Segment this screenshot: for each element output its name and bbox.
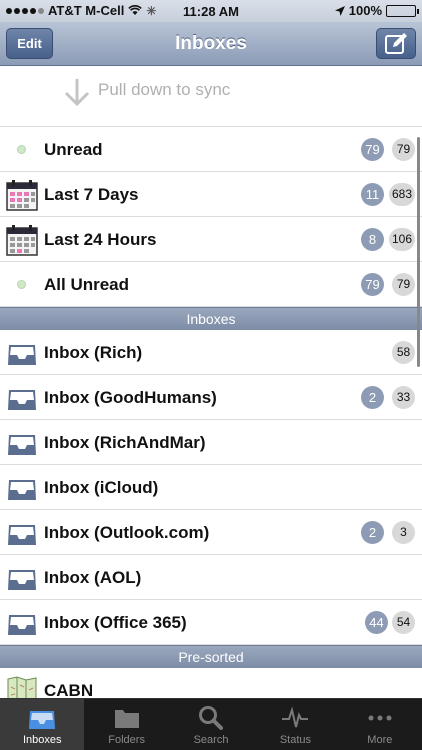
calendar-icon xyxy=(6,225,38,256)
unread-count-badge: 2 xyxy=(361,521,384,544)
inbox-tray-icon xyxy=(8,390,36,410)
arrow-down-icon xyxy=(64,79,90,107)
list-item-label: Inbox (Office 365) xyxy=(44,613,187,632)
inbox-tray-icon xyxy=(8,570,36,590)
unread-dot-icon xyxy=(17,145,26,154)
compose-button[interactable] xyxy=(376,28,416,59)
status-bar: AT&T M-Cell ✳ 11:28 AM 100% xyxy=(0,0,422,22)
unread-count-badge: 8 xyxy=(361,228,384,251)
total-count-badge: 79 xyxy=(392,138,415,161)
pulse-icon xyxy=(282,706,309,728)
inbox-tray-icon xyxy=(29,711,56,729)
total-count-badge: 54 xyxy=(392,611,415,634)
total-count-badge: 58 xyxy=(392,341,415,364)
tab-folders[interactable]: Folders xyxy=(84,699,168,750)
unread-count-badge: 79 xyxy=(361,273,384,296)
list-item-label: Inbox (GoodHumans) xyxy=(44,388,217,407)
list-item-label: Inbox (Rich) xyxy=(44,343,143,362)
inbox-tray-icon xyxy=(8,345,36,365)
scroll-indicator xyxy=(417,137,420,367)
tab-status[interactable]: Status xyxy=(253,699,337,750)
inbox-row[interactable]: Inbox (Rich) 58 xyxy=(0,330,422,375)
battery-percent: 100% xyxy=(348,3,382,18)
tab-bar: Inboxes Folders Search Status More xyxy=(0,698,422,750)
tab-inboxes[interactable]: Inboxes xyxy=(0,699,85,750)
location-arrow-icon xyxy=(334,5,345,16)
smart-folder-all-unread[interactable]: All Unread 79 79 xyxy=(0,262,422,307)
search-icon xyxy=(199,706,224,730)
total-count-badge: 3 xyxy=(392,521,415,544)
inbox-tray-icon xyxy=(8,435,36,455)
list-item-label: Last 7 Days xyxy=(44,185,139,204)
inbox-tray-icon xyxy=(8,615,36,635)
navigation-bar: Edit Inboxes xyxy=(0,22,422,66)
unread-count-badge: 79 xyxy=(361,138,384,161)
list-item-label: Inbox (AOL) xyxy=(44,568,142,587)
tab-label: More xyxy=(367,734,393,746)
compose-icon xyxy=(385,32,407,54)
smart-folder-unread[interactable]: Unread 79 79 xyxy=(0,126,422,172)
battery-icon xyxy=(386,4,419,17)
unread-count-badge: 44 xyxy=(365,611,388,634)
list-item-label: Unread xyxy=(44,140,103,159)
total-count-badge: 33 xyxy=(392,386,415,409)
total-count-badge: 79 xyxy=(392,273,415,296)
tab-search[interactable]: Search xyxy=(169,699,253,750)
tab-label: Search xyxy=(193,734,229,746)
inbox-row[interactable]: Inbox (RichAndMar) xyxy=(0,420,422,465)
inbox-row[interactable]: Inbox (Outlook.com) 2 3 xyxy=(0,510,422,555)
list-item-label: Inbox (Outlook.com) xyxy=(44,523,210,542)
folder-icon xyxy=(114,710,139,728)
inbox-row[interactable]: Inbox (iCloud) xyxy=(0,465,422,510)
unread-dot-icon xyxy=(17,280,26,289)
list-item-label: Last 24 Hours xyxy=(44,230,157,249)
section-header-presorted: Pre-sorted xyxy=(0,645,422,668)
inbox-tray-icon xyxy=(8,525,36,545)
list-item-label: Inbox (iCloud) xyxy=(44,478,159,497)
pull-to-sync-area: Pull down to sync xyxy=(0,67,422,126)
inbox-row[interactable]: Inbox (AOL) xyxy=(0,555,422,600)
inbox-row[interactable]: Inbox (GoodHumans) 2 33 xyxy=(0,375,422,420)
inbox-row[interactable]: Inbox (Office 365) 44 54 xyxy=(0,600,422,645)
list-item-label: Inbox (RichAndMar) xyxy=(44,433,206,452)
mailbox-list[interactable]: Pull down to sync Unread 79 79 Last 7 Da… xyxy=(0,67,422,698)
list-item-label: CABN xyxy=(44,681,94,698)
tab-label: Folders xyxy=(108,734,145,746)
more-dots-icon xyxy=(368,715,392,721)
smart-folder-last-24-hours[interactable]: Last 24 Hours 8 106 xyxy=(0,217,422,262)
page-title: Inboxes xyxy=(175,33,247,54)
pull-to-sync-text: Pull down to sync xyxy=(98,80,231,99)
list-item-label: All Unread xyxy=(44,275,130,294)
smart-folder-last-7-days[interactable]: Last 7 Days 11 683 xyxy=(0,172,422,217)
inbox-tray-icon xyxy=(8,480,36,500)
total-count-badge: 106 xyxy=(388,228,415,251)
tab-label: Status xyxy=(279,734,312,746)
unread-count-badge: 2 xyxy=(361,386,384,409)
map-icon xyxy=(7,676,37,698)
calendar-icon xyxy=(6,180,38,211)
total-count-badge: 683 xyxy=(388,183,415,206)
tab-label: Inboxes xyxy=(22,734,62,746)
unread-count-badge: 11 xyxy=(361,183,384,206)
section-header-inboxes: Inboxes xyxy=(0,307,422,330)
presorted-row-cabn[interactable]: CABN xyxy=(0,668,422,698)
status-right: 100% xyxy=(334,3,419,18)
tab-more[interactable]: More xyxy=(338,699,422,750)
